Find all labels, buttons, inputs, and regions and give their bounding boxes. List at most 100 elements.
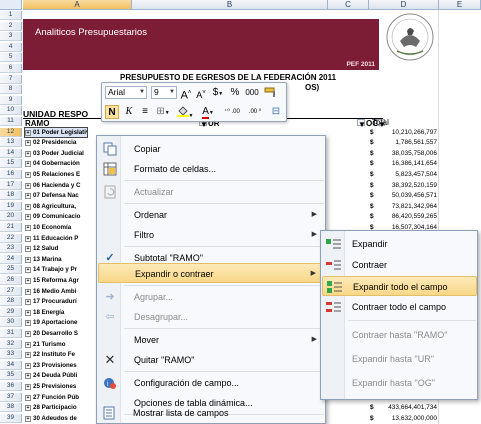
pivot-row-item[interactable]: +21 Turismo [25, 340, 87, 349]
expand-plus-icon[interactable]: + [25, 172, 31, 178]
expand-plus-icon[interactable]: + [25, 309, 31, 316]
pivot-row-item[interactable]: +17 Procuradurí [25, 297, 87, 306]
row-header[interactable]: 35 [0, 371, 22, 381]
row-header[interactable]: 17 [0, 180, 22, 190]
total-amount-cell[interactable]: 86,420,559,265 [392, 212, 437, 221]
expand-plus-icon[interactable]: + [25, 362, 31, 369]
row-header[interactable]: 24 [0, 254, 22, 264]
pivot-row-item[interactable]: +27 Función Púb [25, 393, 87, 402]
ur-filter-dropdown-icon[interactable]: ▼ [357, 119, 366, 129]
total-amount-cell[interactable]: 433,664,401,734 [388, 403, 437, 412]
row-header[interactable]: 8 [0, 85, 22, 95]
row-header[interactable]: 25 [0, 265, 22, 275]
menu-item-desagrupar[interactable]: ⇦ Desagrupar... [98, 307, 325, 327]
expand-plus-icon[interactable]: + [25, 256, 31, 263]
expand-plus-icon[interactable]: + [25, 235, 31, 242]
expand-plus-icon[interactable]: + [25, 203, 31, 210]
row-header[interactable]: 16 [0, 170, 22, 179]
column-header-a[interactable]: A [23, 0, 132, 10]
submenu-item-expandir-hasta-ur[interactable]: Expandir hasta "UR" [322, 349, 477, 369]
expand-plus-icon[interactable]: + [25, 129, 31, 136]
pivot-row-item[interactable]: +20 Desarrollo S [25, 329, 87, 338]
pivot-row-item[interactable]: +01 Poder Legislativo [24, 126, 88, 138]
menu-item-configuracion-campo[interactable]: i Configuración de campo... [98, 373, 325, 393]
row-header[interactable]: 13 [0, 138, 22, 148]
row-header[interactable]: 31 [0, 329, 22, 338]
pivot-row-item[interactable]: +16 Medio Ambi [25, 287, 87, 296]
expand-plus-icon[interactable]: + [25, 182, 31, 189]
pivot-row-item[interactable]: +05 Relaciones E [25, 170, 87, 179]
expand-plus-icon[interactable]: + [25, 246, 31, 253]
row-header[interactable]: 19 [0, 201, 22, 211]
row-header[interactable]: 3 [0, 32, 22, 42]
pivot-row-item[interactable]: +02 Presidencia [25, 138, 87, 147]
pivot-row-item[interactable]: +23 Provisiones [25, 361, 87, 370]
total-amount-cell[interactable]: 38,035,758,006 [392, 149, 437, 158]
decrease-decimal-button[interactable]: .00 ⁰ [245, 105, 265, 119]
expand-plus-icon[interactable]: + [25, 299, 31, 306]
center-button[interactable]: ≡ [138, 105, 152, 119]
row-header[interactable]: 7 [0, 74, 22, 84]
expand-plus-icon[interactable]: + [25, 320, 31, 327]
total-amount-cell[interactable]: 5,823,457,504 [395, 170, 437, 179]
pivot-row-item[interactable]: +25 Previsiones [25, 382, 87, 391]
grow-font-button[interactable]: A˄ [180, 86, 192, 102]
menu-item-copiar[interactable]: Copiar [98, 139, 325, 159]
row-header[interactable]: 37 [0, 392, 22, 402]
font-color-button[interactable]: A▼ [198, 105, 218, 119]
row-header[interactable]: 26 [0, 276, 22, 285]
expand-plus-icon[interactable]: + [25, 341, 31, 348]
expand-plus-icon[interactable]: + [25, 394, 31, 401]
pivot-row-item[interactable]: +07 Defensa Nac [25, 191, 87, 200]
total-amount-cell[interactable]: 38,392,520,159 [392, 181, 437, 190]
merge-center-button[interactable]: ⊟ [268, 105, 284, 119]
pivot-row-item[interactable]: +13 Marina [25, 255, 87, 264]
pivot-row-item[interactable]: +10 Economía [25, 223, 87, 232]
total-amount-cell[interactable]: 50,039,456,571 [392, 191, 437, 200]
row-header[interactable]: 1 [0, 11, 22, 20]
select-all-corner[interactable] [0, 0, 22, 10]
column-header-d[interactable]: D [369, 0, 439, 10]
total-amount-cell[interactable]: 10,210,266,797 [392, 128, 437, 137]
fill-color-button[interactable]: ▼ [175, 105, 195, 119]
pivot-row-item[interactable]: +12 Salud [25, 244, 87, 253]
italic-button[interactable]: K [122, 105, 136, 119]
font-size-field[interactable]: 9 ▼ [151, 86, 177, 99]
expand-plus-icon[interactable]: + [25, 140, 31, 147]
row-header[interactable]: 2 [0, 21, 22, 31]
column-header-b[interactable]: B [132, 0, 328, 10]
menu-item-formato-celdas[interactable]: Formato de celdas... [98, 159, 325, 179]
expand-plus-icon[interactable]: + [25, 193, 31, 200]
menu-item-ordenar[interactable]: Ordenar ▶ [98, 205, 325, 225]
font-name-field[interactable]: Arial ▼ [105, 86, 147, 99]
pivot-row-item[interactable]: +18 Energía [25, 308, 87, 317]
row-header[interactable]: 6 [0, 64, 22, 73]
increase-decimal-button[interactable]: ⁺⁰ .00 [222, 105, 242, 119]
currency-button[interactable]: $▼ [211, 86, 225, 100]
row-header[interactable]: 36 [0, 382, 22, 391]
pivot-row-item[interactable]: +24 Deuda Públi [25, 371, 87, 380]
expand-plus-icon[interactable]: + [25, 331, 31, 337]
pivot-row-item[interactable]: +06 Hacienda y C [25, 181, 87, 190]
menu-item-mostrar-lista-campos[interactable]: Mostrar lista de campos [97, 403, 324, 423]
pivot-row-item[interactable]: +15 Reforma Agr [25, 276, 87, 285]
shrink-font-button[interactable]: A˅ [195, 86, 207, 100]
submenu-item-contraer[interactable]: Contraer [322, 255, 477, 275]
pivot-row-item[interactable]: +14 Trabajo y Pr [25, 265, 87, 274]
menu-item-actualizar[interactable]: Actualizar [98, 182, 325, 202]
thousands-separator-button[interactable]: 000 [243, 86, 261, 100]
expand-plus-icon[interactable]: + [25, 384, 31, 390]
expand-plus-icon[interactable]: + [25, 161, 31, 168]
menu-item-expandir-contraer[interactable]: Expandir o contraer ▶ [98, 263, 325, 283]
pivot-row-item[interactable]: +08 Agricultura, [25, 202, 87, 211]
expand-plus-icon[interactable]: + [25, 150, 31, 157]
bold-button[interactable]: N [105, 105, 119, 119]
pivot-row-item[interactable]: +19 Aportacione [25, 318, 87, 327]
submenu-item-contraer-todo[interactable]: Contraer todo el campo [322, 297, 477, 317]
expand-plus-icon[interactable]: + [25, 225, 31, 231]
menu-item-filtro[interactable]: Filtro ▶ [98, 225, 325, 245]
row-header[interactable]: 5 [0, 53, 22, 63]
row-header[interactable]: 34 [0, 360, 22, 370]
row-header[interactable]: 9 [0, 95, 22, 105]
row-header[interactable]: 20 [0, 212, 22, 222]
